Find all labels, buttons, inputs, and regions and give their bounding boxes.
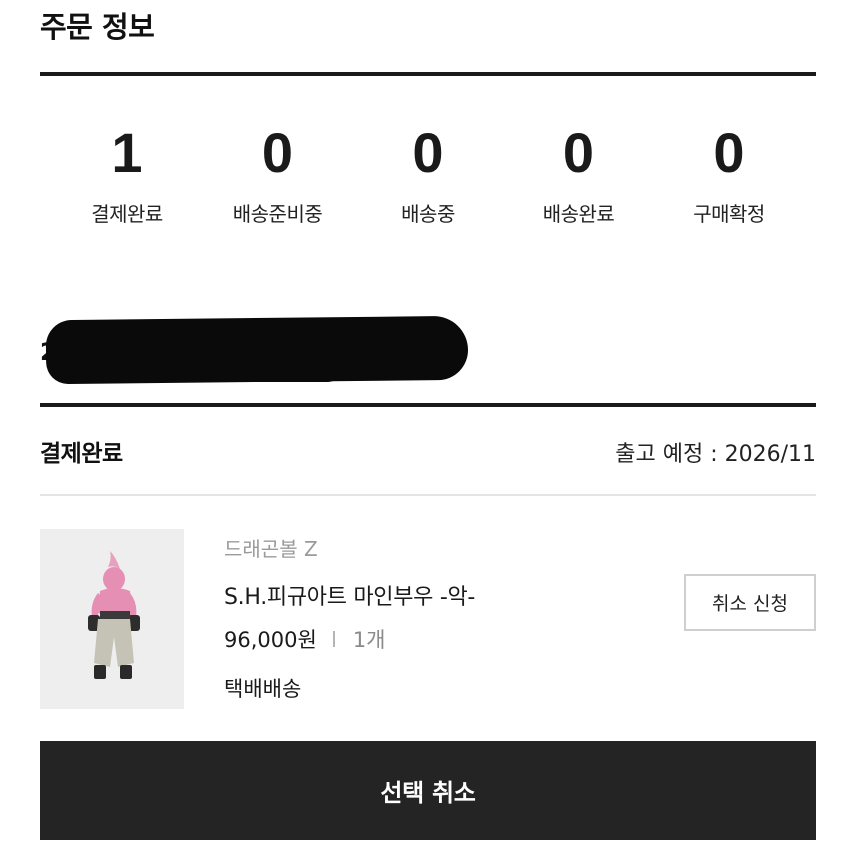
status-count: 0	[412, 121, 444, 184]
expected-ship-date: 출고 예정 : 2026/11	[615, 442, 816, 467]
status-label: 결제완료	[91, 202, 163, 226]
status-purchase-confirmed[interactable]: 0 구매확정	[654, 120, 804, 240]
product-quantity: 1개	[352, 628, 386, 652]
order-date-row: 20	[40, 315, 470, 388]
price-divider	[332, 631, 335, 647]
cancel-selected-button[interactable]: 선택 취소	[40, 741, 816, 840]
product-name[interactable]: S.H.피규아트 마인부우 -악-	[224, 579, 475, 611]
redaction-mark	[170, 358, 340, 382]
status-shipping[interactable]: 0 배송중	[353, 120, 503, 240]
status-delivered[interactable]: 0 배송완료	[504, 120, 654, 240]
status-label: 배송준비중	[232, 202, 323, 226]
order-status-summary: 1 결제완료 0 배송준비중 0 배송중 0 배송완료 0 구매확정	[40, 120, 816, 240]
page-title: 주문 정보	[40, 10, 155, 44]
product-thumbnail[interactable]	[40, 529, 184, 709]
item-divider	[40, 494, 816, 496]
status-count: 0	[261, 121, 294, 184]
header-divider	[40, 72, 816, 76]
status-preparing-shipment[interactable]: 0 배송준비중	[203, 120, 353, 240]
status-label: 구매확정	[693, 202, 765, 226]
status-count: 0	[562, 121, 595, 184]
product-price: 96,000원	[224, 628, 317, 652]
status-count: 0	[713, 121, 745, 184]
brand-name: 드래곤볼 Z	[224, 537, 318, 561]
status-payment-complete[interactable]: 1 결제완료	[52, 120, 202, 240]
status-count: 1	[111, 121, 143, 184]
status-label: 배송완료	[542, 202, 615, 226]
status-label: 배송중	[401, 202, 455, 226]
shipping-method: 택배배송	[224, 677, 302, 701]
figure-image	[88, 551, 140, 679]
cancel-request-button[interactable]: 취소 신청	[684, 574, 816, 631]
price-row: 96,000원 1개	[224, 624, 386, 654]
order-status-label: 결제완료	[40, 441, 123, 467]
order-divider	[40, 403, 816, 407]
